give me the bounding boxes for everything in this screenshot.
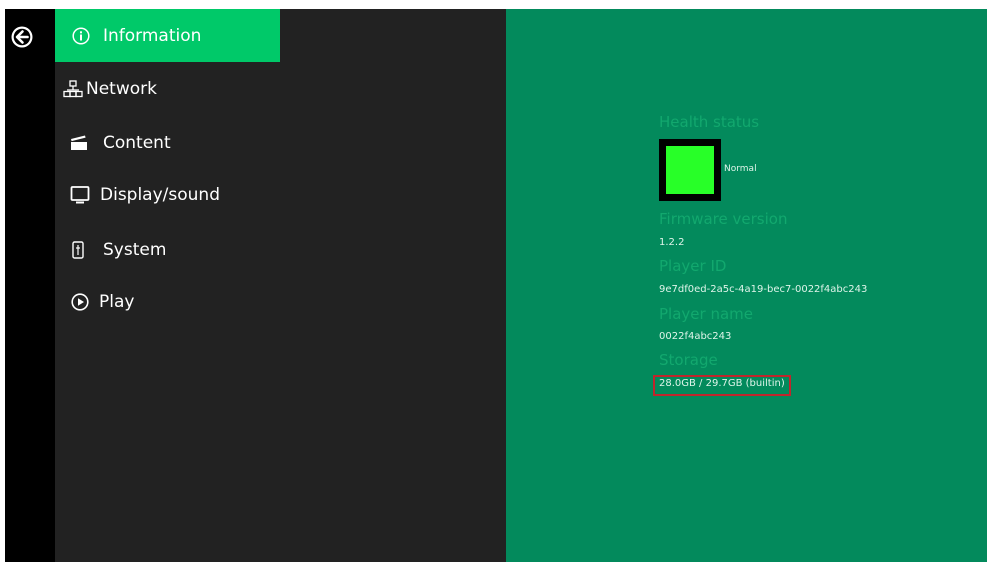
sidebar-item-display-sound[interactable]: Display/sound — [55, 168, 280, 221]
sidebar-item-label: Content — [103, 132, 171, 153]
sidebar-item-label: System — [103, 239, 167, 260]
health-status-heading: Health status — [659, 113, 760, 131]
sidebar-item-play[interactable]: Play — [55, 275, 280, 328]
player-id-heading: Player ID — [659, 257, 727, 275]
sidebar-item-label: Display/sound — [100, 184, 220, 205]
network-icon — [63, 79, 83, 99]
monitor-icon — [70, 185, 90, 205]
health-status-indicator — [659, 139, 721, 201]
storage-heading: Storage — [659, 351, 718, 369]
player-settings-screen: Information Network Content Display/soun… — [5, 9, 987, 562]
system-icon — [68, 240, 88, 260]
play-circle-icon — [70, 292, 90, 312]
sidebar-item-system[interactable]: System — [55, 223, 280, 276]
storage-highlight-box — [653, 375, 791, 396]
info-circle-icon — [71, 26, 91, 46]
back-button[interactable] — [10, 25, 34, 49]
health-status-value: Normal — [724, 164, 757, 174]
clapperboard-icon — [69, 133, 89, 153]
health-status-fill — [666, 146, 714, 194]
sidebar-item-content[interactable]: Content — [55, 116, 280, 169]
sidebar-item-information[interactable]: Information — [55, 9, 280, 62]
sidebar-item-label: Play — [99, 291, 135, 312]
settings-sidebar: Information Network Content Display/soun… — [55, 9, 506, 562]
firmware-version-value: 1.2.2 — [659, 237, 685, 248]
sidebar-item-label: Information — [103, 25, 202, 46]
sidebar-item-label: Network — [86, 78, 157, 99]
player-id-value: 9e7df0ed-2a5c-4a19-bec7-0022f4abc243 — [659, 284, 868, 295]
back-strip — [5, 9, 55, 562]
firmware-version-heading: Firmware version — [659, 210, 788, 228]
back-arrow-icon — [11, 26, 33, 48]
sidebar-item-network[interactable]: Network — [55, 62, 280, 115]
player-name-value: 0022f4abc243 — [659, 331, 732, 342]
player-name-heading: Player name — [659, 305, 753, 323]
information-panel: Health status Normal Firmware version 1.… — [506, 9, 987, 562]
